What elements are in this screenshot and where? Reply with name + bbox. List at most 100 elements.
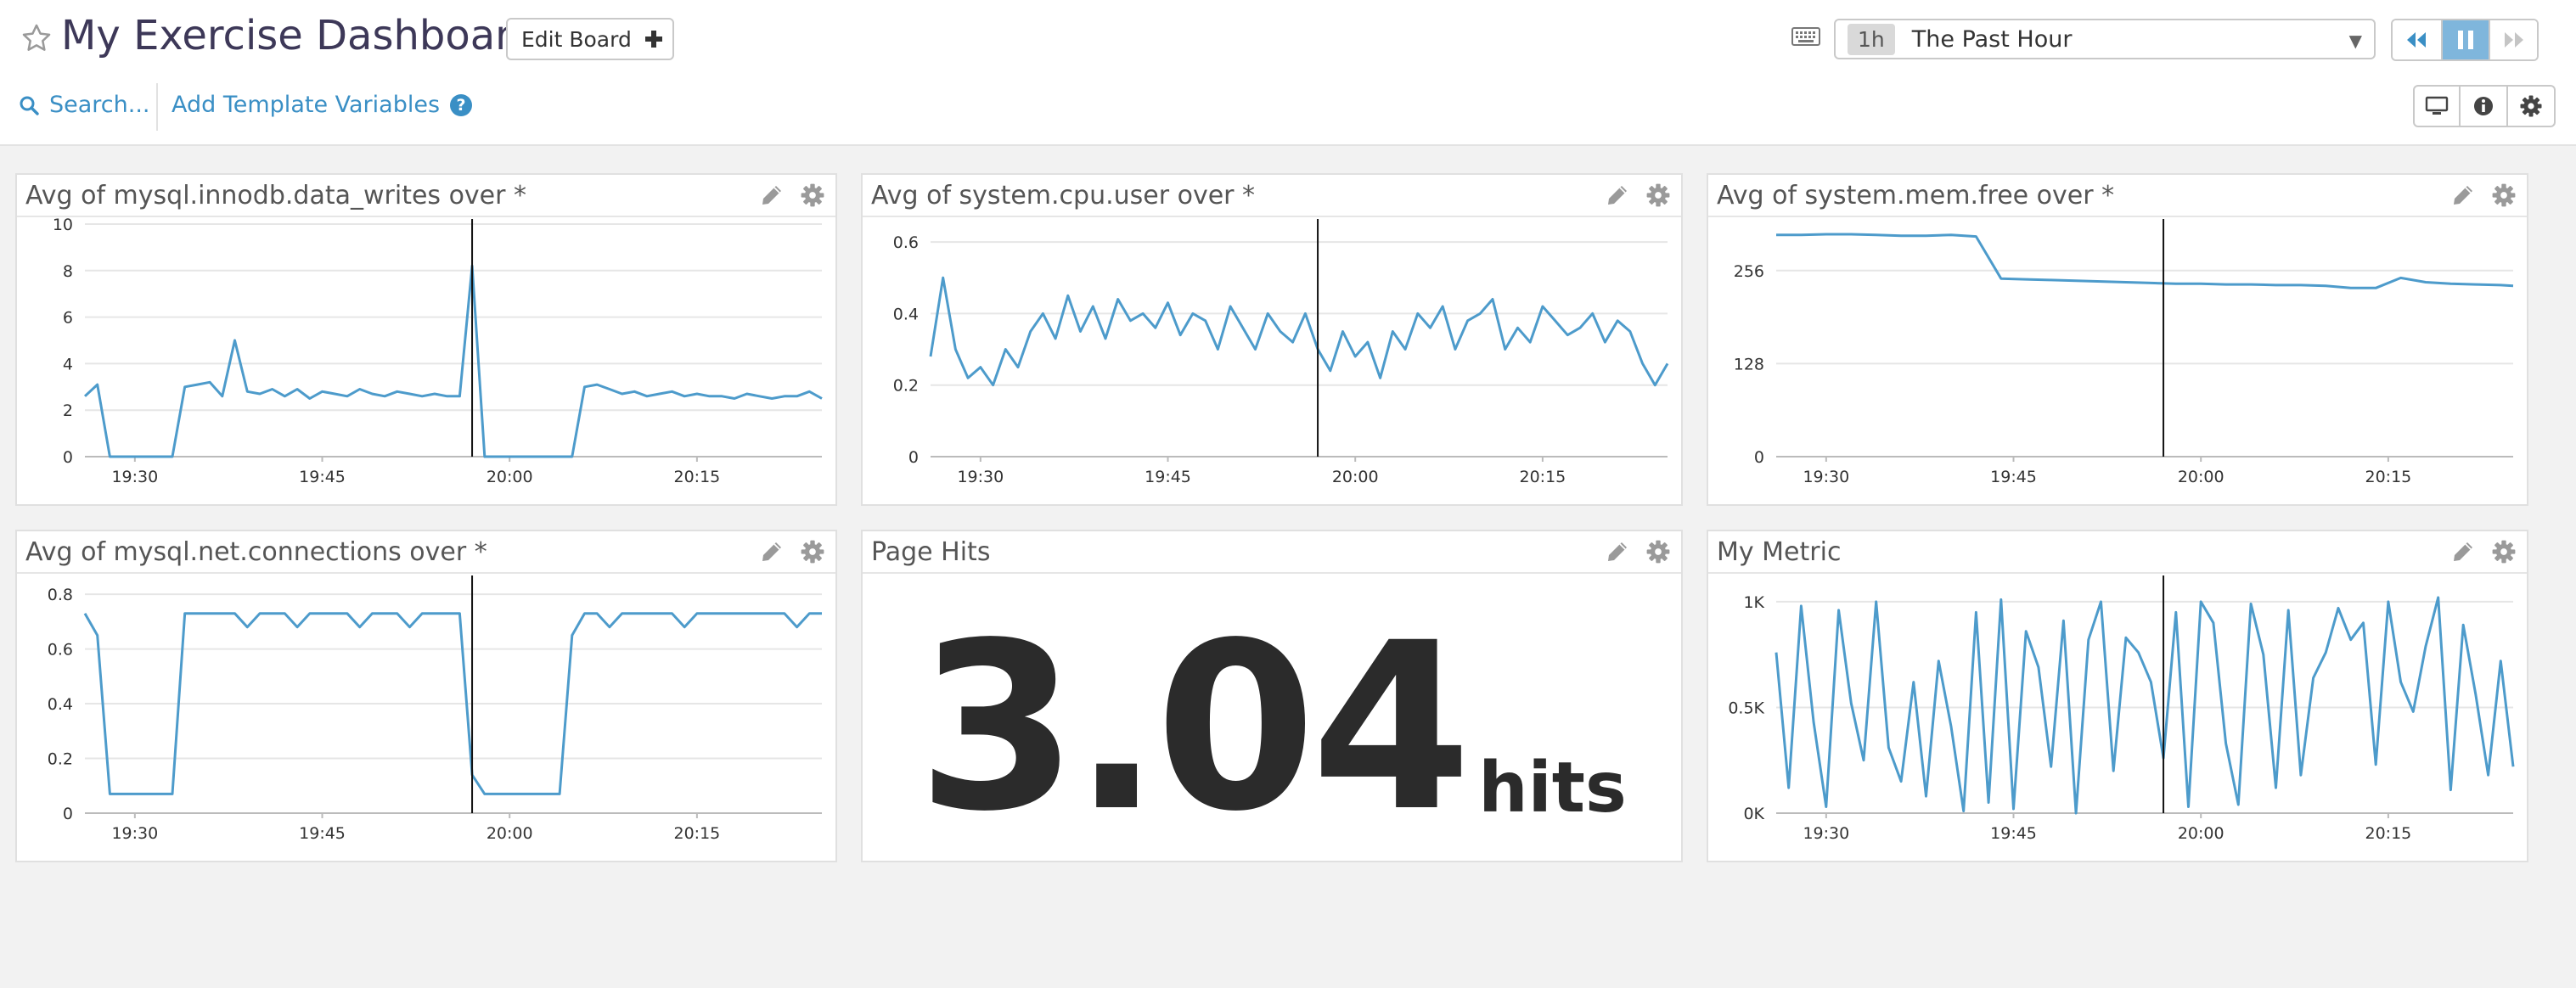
edit-board-button[interactable]: Edit Board [506, 18, 674, 60]
fast-forward-button[interactable] [2489, 20, 2537, 59]
y-tick-label: 2 [63, 401, 73, 420]
x-tick-label: 20:00 [487, 468, 533, 486]
widget-page-hits: Page Hits 3.04 hits [861, 530, 1683, 862]
pause-icon [2457, 31, 2473, 49]
widget-title: Avg of system.mem.free over * [1717, 180, 2115, 211]
x-tick-label: 20:15 [673, 468, 720, 486]
edit-board-label: Edit Board [521, 26, 632, 52]
x-tick-label: 19:30 [957, 468, 1004, 486]
y-tick-label: 1K [1743, 593, 1764, 612]
y-tick-label: 0.4 [893, 305, 919, 323]
keyboard-icon[interactable] [1791, 27, 1820, 46]
widget-body: 3.04 hits [863, 574, 1681, 861]
x-tick-label: 20:00 [2178, 824, 2224, 843]
widget-header: Page Hits [863, 531, 1681, 574]
y-tick-label: 0.6 [48, 641, 73, 660]
info-button[interactable] [2461, 85, 2508, 127]
y-tick-label: 0.8 [48, 586, 73, 604]
time-range-select[interactable]: 1h The Past Hour ▼ [1834, 19, 2376, 59]
widget-header: Avg of system.cpu.user over * [863, 175, 1681, 217]
chevron-down-icon: ▼ [2348, 31, 2362, 51]
y-tick-label: 0.4 [48, 695, 73, 714]
x-tick-label: 19:45 [1145, 468, 1191, 486]
widget-header: My Metric [1708, 531, 2527, 574]
page-hits-unit: hits [1478, 748, 1627, 828]
series-line [1775, 596, 2515, 815]
x-tick-label: 19:45 [299, 468, 346, 486]
widget-mysql-innodb-data-writes: Avg of mysql.innodb.data_writes over * 0… [15, 173, 837, 506]
settings-button[interactable] [2508, 85, 2556, 127]
header-divider [156, 83, 158, 131]
time-range-badge: 1h [1848, 23, 1895, 55]
fast-forward-icon [2504, 32, 2523, 48]
timeseries-chart[interactable]: 0K 0.5K 1K 19:30 19:45 20:00 20:15 [1708, 574, 2527, 861]
x-tick-label: 19:30 [1803, 468, 1849, 486]
pencil-icon[interactable] [1605, 182, 1630, 208]
pencil-icon[interactable] [759, 182, 785, 208]
pause-button[interactable] [2440, 20, 2489, 59]
widget-title: Avg of system.cpu.user over * [871, 180, 1256, 211]
x-tick-label: 20:15 [673, 824, 720, 843]
widget-title: My Metric [1717, 536, 1842, 567]
dashboard-tools [2413, 85, 2556, 127]
widget-header: Avg of mysql.innodb.data_writes over * [17, 175, 835, 217]
plus-icon [644, 31, 662, 48]
y-tick-label: 4 [63, 355, 73, 373]
widget-mysql-net-connections: Avg of mysql.net.connections over * 0 0.2… [15, 530, 837, 862]
timeseries-chart[interactable]: 0 0.2 0.4 0.6 19:30 19:45 20:00 20:15 [863, 217, 1681, 504]
widget-my-metric: My Metric 0K 0.5K 1K 19:30 19:45 20:00 20:15 [1707, 530, 2528, 862]
y-tick-label: 10 [53, 217, 73, 234]
star-icon[interactable] [20, 22, 53, 54]
gear-icon[interactable] [2491, 539, 2517, 564]
y-tick-label: 0 [1754, 448, 1764, 467]
series-line [929, 276, 1669, 387]
y-tick-label: 0.5K [1728, 699, 1764, 717]
timeseries-chart[interactable]: 0 0.2 0.4 0.6 0.8 19:30 19:45 20:00 20:15 [17, 574, 835, 861]
page-hits-value: 3.04 [917, 594, 1471, 862]
x-tick-label: 19:30 [111, 824, 158, 843]
widget-body: 0 128 256 19:30 19:45 20:00 20:15 [1708, 217, 2527, 504]
pencil-icon[interactable] [759, 539, 785, 564]
y-tick-label: 6 [63, 309, 73, 328]
widget-title: Avg of mysql.innodb.data_writes over * [25, 180, 527, 211]
x-tick-label: 19:30 [1803, 824, 1849, 843]
timeseries-chart[interactable]: 0 128 256 19:30 19:45 20:00 20:15 [1708, 217, 2527, 504]
gear-icon[interactable] [800, 182, 825, 208]
widget-body: 0K 0.5K 1K 19:30 19:45 20:00 20:15 [1708, 574, 2527, 861]
pencil-icon[interactable] [2450, 182, 2476, 208]
y-tick-label: 128 [1734, 355, 1764, 373]
x-tick-label: 20:00 [1332, 468, 1379, 486]
widget-body: 0 0.2 0.4 0.6 19:30 19:45 20:00 20:15 [863, 217, 1681, 504]
timeseries-chart[interactable]: 0 2 4 6 8 10 19:30 19:45 20:00 20:15 [17, 217, 835, 504]
y-tick-label: 256 [1734, 262, 1764, 281]
pencil-icon[interactable] [1605, 539, 1630, 564]
question-circle-icon[interactable]: ? [450, 93, 473, 116]
add-template-variables-link[interactable]: Add Template Variables ? [172, 92, 473, 118]
x-tick-label: 19:45 [1990, 468, 2037, 486]
page-title: My Exercise Dashboard [61, 12, 537, 59]
y-tick-label: 0K [1743, 805, 1764, 823]
time-range-label: The Past Hour [1911, 25, 2073, 53]
x-tick-label: 20:15 [2365, 824, 2411, 843]
widget-title: Page Hits [871, 536, 991, 567]
widget-body: 0 2 4 6 8 10 19:30 19:45 20:00 20:15 [17, 217, 835, 504]
add-template-variables-label: Add Template Variables [172, 92, 441, 118]
gear-icon [2520, 95, 2542, 117]
widget-header: Avg of system.mem.free over * [1708, 175, 2527, 217]
playback-controls [2391, 19, 2539, 61]
gear-icon[interactable] [1645, 539, 1671, 564]
search-icon [20, 96, 39, 115]
query-value: 3.04 hits [863, 574, 1681, 861]
dashboard-header: My Exercise Dashboard Edit Board 1h The … [0, 0, 2576, 146]
tv-mode-icon [2425, 96, 2449, 115]
widget-system-cpu-user: Avg of system.cpu.user over * 0 0.2 0.4 0.6… [861, 173, 1683, 506]
pencil-icon[interactable] [2450, 539, 2476, 564]
gear-icon[interactable] [2491, 182, 2517, 208]
x-tick-label: 19:45 [1990, 824, 2037, 843]
tv-mode-button[interactable] [2413, 85, 2461, 127]
search-label: Search... [49, 92, 150, 118]
rewind-button[interactable] [2393, 20, 2441, 59]
gear-icon[interactable] [800, 539, 825, 564]
search-button[interactable]: Search... [19, 92, 150, 118]
gear-icon[interactable] [1645, 182, 1671, 208]
